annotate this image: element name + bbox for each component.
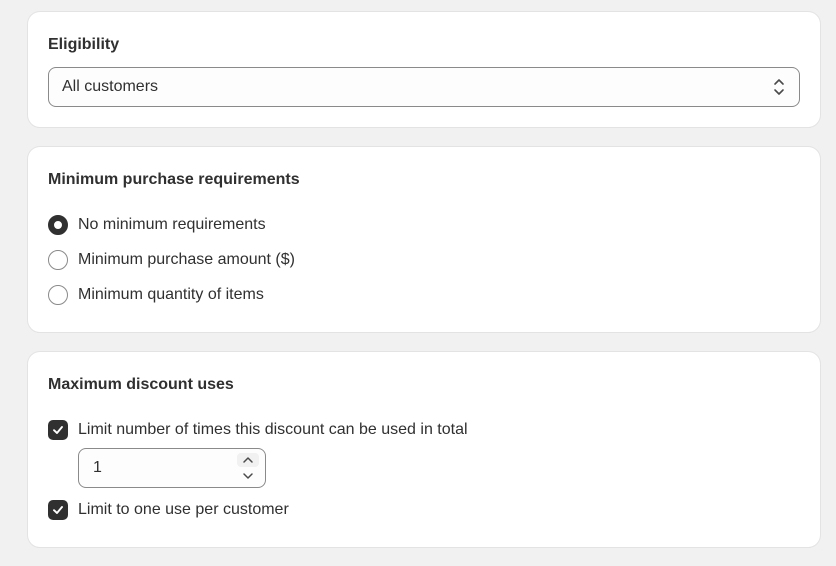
maximum-uses-card: Maximum discount uses Limit number of ti…	[28, 352, 820, 547]
radio-button[interactable]	[48, 285, 68, 305]
chevron-up-icon	[243, 457, 253, 463]
radio-label: Minimum purchase amount ($)	[78, 251, 295, 268]
total-uses-value: 1	[93, 459, 102, 476]
total-uses-input[interactable]: 1	[78, 448, 266, 488]
quantity-stepper[interactable]	[237, 453, 259, 483]
checkbox-label: Limit to one use per customer	[78, 501, 289, 518]
maximum-uses-title: Maximum discount uses	[48, 376, 234, 393]
eligibility-select[interactable]: All customers	[48, 67, 800, 107]
eligibility-title: Eligibility	[48, 36, 120, 53]
eligibility-card: Eligibility All customers	[28, 12, 820, 127]
radio-label: Minimum quantity of items	[78, 286, 264, 303]
minimum-purchase-title: Minimum purchase requirements	[48, 171, 300, 188]
chevron-up-down-icon	[773, 77, 785, 97]
eligibility-select-value: All customers	[62, 78, 159, 95]
radio-button[interactable]	[48, 215, 68, 235]
stepper-decrement-button[interactable]	[237, 469, 259, 483]
radio-label: No minimum requirements	[78, 216, 266, 233]
one-per-customer-checkbox[interactable]	[48, 500, 68, 520]
minimum-purchase-card: Minimum purchase requirements No minimum…	[28, 147, 820, 332]
checkbox-label: Limit number of times this discount can …	[78, 421, 468, 438]
checkmark-icon	[53, 426, 63, 434]
limit-total-checkbox[interactable]	[48, 420, 68, 440]
checkmark-icon	[53, 506, 63, 514]
radio-button[interactable]	[48, 250, 68, 270]
chevron-down-icon	[243, 473, 253, 479]
stepper-increment-button[interactable]	[237, 453, 259, 467]
